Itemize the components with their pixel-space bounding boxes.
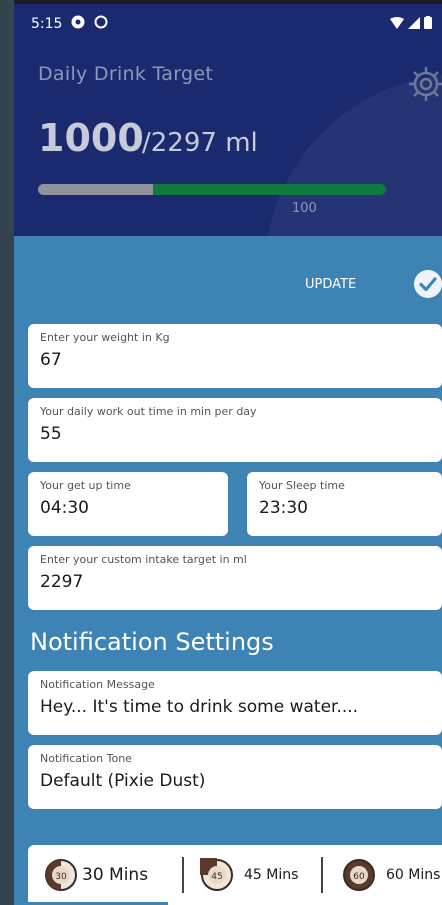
timer-30-icon-text: 30: [55, 872, 67, 882]
timer-45-icon-text: 45: [211, 872, 222, 882]
getup-time-field[interactable]: Your get up time 04:30: [28, 472, 228, 536]
app-screen: 5:15 Daily Drink Target 1000 /2297 ml 10…: [14, 4, 442, 905]
notification-tone-field[interactable]: Notification Tone Default (Pixie Dust): [28, 745, 442, 809]
intake-progress-fill: [38, 184, 153, 195]
weight-field[interactable]: Enter your weight in Kg 67: [28, 324, 442, 388]
interval-label-30: 30 Mins: [82, 865, 149, 885]
sync-icon: [94, 15, 108, 29]
wifi-icon: [390, 16, 404, 29]
update-button[interactable]: UPDATE: [305, 277, 356, 292]
drink-target-header: 5:15 Daily Drink Target 1000 /2297 ml 10…: [14, 4, 442, 236]
interval-option-30[interactable]: 30 30 Mins: [44, 845, 148, 905]
custom-intake-field[interactable]: Enter your custom intake target in ml 22…: [28, 546, 442, 610]
intake-progress-bar: [38, 184, 386, 195]
workout-field[interactable]: Your daily work out time in min per day …: [28, 398, 442, 462]
interval-divider: [321, 857, 323, 893]
settings-gear-icon[interactable]: [406, 64, 442, 104]
weight-field-label: Enter your weight in Kg: [40, 331, 170, 344]
notification-message-value[interactable]: Hey... It's time to drink some water....: [40, 697, 358, 717]
notification-message-label: Notification Message: [40, 678, 155, 691]
timer-45-icon: 45: [187, 845, 234, 892]
getup-time-label: Your get up time: [40, 479, 131, 492]
progress-value: 100: [292, 201, 317, 216]
signal-icon: [408, 16, 420, 29]
status-bar: 5:15: [14, 4, 442, 44]
interval-divider: [182, 857, 184, 893]
status-icons: [390, 16, 432, 29]
custom-intake-label: Enter your custom intake target in ml: [40, 553, 247, 566]
chrome-icon: [71, 15, 85, 29]
notification-message-field[interactable]: Notification Message Hey... It's time to…: [28, 671, 442, 735]
interval-label-45: 45 Mins: [244, 867, 299, 883]
status-time: 5:15: [31, 16, 63, 32]
consumed-amount: 1000: [38, 116, 144, 160]
left-edge: [0, 0, 14, 905]
notification-settings-title: Notification Settings: [30, 628, 274, 656]
getup-time-value[interactable]: 04:30: [40, 498, 89, 518]
reminder-interval-selector: 30 30 Mins 45 45 Mins 60 60 Mins: [28, 845, 442, 905]
interval-option-60[interactable]: 60 60 Mins: [342, 845, 440, 905]
sleep-time-value[interactable]: 23:30: [259, 498, 308, 518]
weight-field-value[interactable]: 67: [40, 350, 62, 370]
timer-60-icon: 60: [342, 858, 376, 892]
interval-option-45[interactable]: 45 45 Mins: [187, 845, 299, 905]
battery-icon: [424, 16, 432, 29]
interval-label-60: 60 Mins: [386, 867, 441, 883]
workout-field-value[interactable]: 55: [40, 424, 62, 444]
update-check-icon[interactable]: [414, 270, 442, 298]
workout-field-label: Your daily work out time in min per day: [40, 405, 257, 418]
custom-intake-value[interactable]: 2297: [40, 572, 83, 592]
daily-target-label: Daily Drink Target: [38, 63, 214, 85]
timer-60-icon-text: 60: [353, 872, 365, 882]
sleep-time-label: Your Sleep time: [259, 479, 345, 492]
sleep-time-field[interactable]: Your Sleep time 23:30: [247, 472, 442, 536]
timer-30-icon: 30: [44, 858, 78, 892]
notification-tone-label: Notification Tone: [40, 752, 132, 765]
target-amount: /2297 ml: [142, 128, 258, 158]
notification-tone-value[interactable]: Default (Pixie Dust): [40, 771, 205, 791]
